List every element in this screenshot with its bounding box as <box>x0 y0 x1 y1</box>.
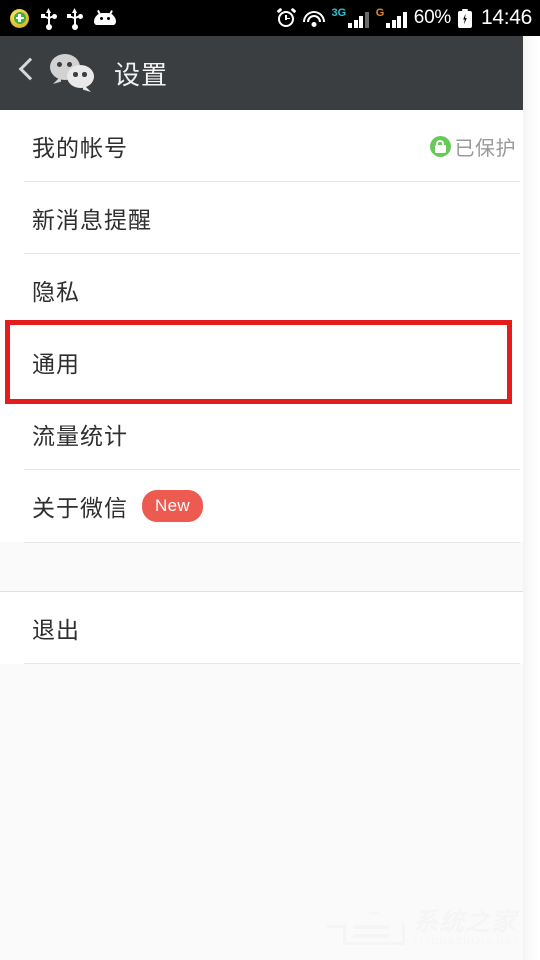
settings-row-label: 退出 <box>32 617 80 643</box>
page-title: 设置 <box>114 59 169 90</box>
new-badge: New <box>142 490 203 522</box>
phone-screen: 3G G 60% 14:46 设置 我的帐号 已保护 新消息提醒 隐私 通用 流… <box>0 0 540 960</box>
usb-icon <box>67 8 83 30</box>
account-protection-status: 已保护 <box>429 132 517 161</box>
status-bar-left-icons <box>10 8 116 30</box>
settings-row-label: 通用 <box>32 351 80 377</box>
settings-group-primary: 我的帐号 已保护 新消息提醒 隐私 通用 流量统计 关于微信 New <box>0 110 540 542</box>
spacer-top-line <box>24 542 520 543</box>
row-separator <box>24 663 520 664</box>
nav-bar: 设置 <box>0 36 540 110</box>
network-type-label: G <box>375 7 385 19</box>
battery-percent-label: 60% <box>413 7 451 28</box>
network-indicator-g: G <box>376 8 407 28</box>
settings-row-label: 隐私 <box>32 279 80 305</box>
green-lock-icon <box>429 135 451 157</box>
usb-icon <box>41 8 57 30</box>
status-bar-right-icons: 3G G 60% 14:46 <box>276 6 532 30</box>
alarm-clock-icon <box>276 7 296 28</box>
group-spacer <box>0 542 540 592</box>
network-type-label: 3G <box>331 7 347 19</box>
settings-row-general[interactable]: 通用 <box>0 326 540 398</box>
house-logo-icon <box>327 909 407 947</box>
security-shield-icon <box>10 8 29 28</box>
settings-row-privacy[interactable]: 隐私 <box>0 254 540 326</box>
settings-row-label: 流量统计 <box>32 423 128 449</box>
status-bar: 3G G 60% 14:46 <box>0 0 540 36</box>
watermark-text: 系统之家 XITONGZHIJIA.NET <box>413 907 520 948</box>
screen-edge-shading <box>523 36 540 960</box>
settings-list: 我的帐号 已保护 新消息提醒 隐私 通用 流量统计 关于微信 New 退出 <box>0 110 540 960</box>
watermark: 系统之家 XITONGZHIJIA.NET <box>327 902 532 954</box>
settings-row-label: 关于微信 <box>32 495 128 521</box>
battery-charging-icon <box>457 8 472 28</box>
signal-bars-icon <box>386 11 407 28</box>
wechat-logo-icon <box>50 54 100 92</box>
network-indicator-3g: 3G <box>332 8 369 28</box>
settings-group-logout: 退出 <box>0 592 540 664</box>
status-badge: 已保护 <box>454 137 516 160</box>
clock-label: 14:46 <box>480 6 532 29</box>
settings-row-label: 我的帐号 <box>32 135 128 161</box>
signal-bars-icon <box>348 11 369 28</box>
settings-row-my-account[interactable]: 我的帐号 已保护 <box>0 110 540 182</box>
settings-row-data-usage[interactable]: 流量统计 <box>0 398 540 470</box>
settings-row-about-wechat[interactable]: 关于微信 New <box>0 470 540 542</box>
settings-row-logout[interactable]: 退出 <box>0 592 540 664</box>
settings-row-new-message-alerts[interactable]: 新消息提醒 <box>0 182 540 254</box>
wifi-icon <box>302 10 325 27</box>
back-chevron-icon[interactable] <box>14 52 40 94</box>
android-robot-icon <box>94 9 116 25</box>
watermark-title: 系统之家 <box>413 907 518 936</box>
settings-row-label: 新消息提醒 <box>32 207 152 233</box>
watermark-subtitle: XITONGZHIJIA.NET <box>413 935 520 946</box>
